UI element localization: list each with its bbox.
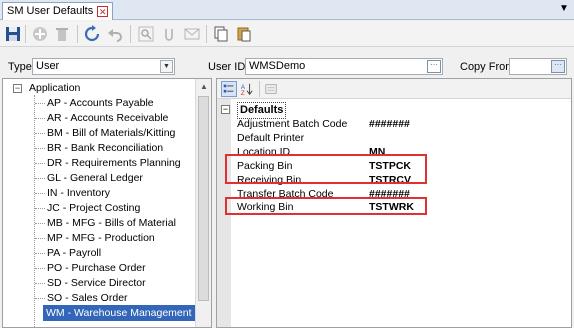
email-icon[interactable] [183, 25, 201, 43]
type-label: Type [8, 61, 32, 73]
property-row-adjustment-batch-code[interactable]: Adjustment Batch Code ####### [231, 117, 571, 131]
tree-guide [35, 283, 45, 284]
tree-guide [35, 238, 45, 239]
tree-node-label: PO - Purchase Order [47, 262, 146, 274]
svg-text:Z: Z [241, 90, 245, 97]
tree-node-label: IN - Inventory [47, 187, 111, 199]
property-grid[interactable]: A Z − Defaults Adjustment Batch Code ###… [216, 78, 572, 328]
tree-item-sd[interactable]: SD - Service Director [3, 275, 193, 291]
tree-item-po[interactable]: PO - Purchase Order [3, 260, 193, 276]
tree-item-br[interactable]: BR - Bank Reconciliation [3, 140, 193, 156]
tree-item-gl[interactable]: GL - General Ledger [3, 170, 193, 186]
save-icon[interactable] [4, 25, 22, 43]
tree-guide [35, 163, 45, 164]
tree-guide [35, 208, 45, 209]
add-icon[interactable] [31, 25, 49, 43]
tab-title: SM User Defaults [7, 5, 94, 17]
toolbar-separator [259, 81, 260, 97]
tree-item-mp[interactable]: MP - MFG - Production [3, 230, 193, 246]
tree-guide [35, 268, 45, 269]
tree-item-ar[interactable]: AR - Accounts Receivable [3, 110, 193, 126]
attach-icon[interactable] [160, 25, 178, 43]
category-defaults[interactable]: − Defaults [221, 102, 571, 119]
search-icon[interactable] [137, 25, 155, 43]
property-pages-icon[interactable] [263, 81, 279, 97]
chevron-down-icon[interactable]: ▼ [160, 60, 173, 73]
tree-item-so[interactable]: SO - Sales Order [3, 290, 193, 306]
close-icon[interactable]: ✕ [97, 5, 109, 17]
tree-item-dr[interactable]: DR - Requirements Planning [3, 155, 193, 171]
toolbar-separator [77, 25, 78, 43]
lookup-ellipsis-icon[interactable]: ··· [427, 60, 441, 73]
tree-guide [35, 253, 45, 254]
tree-item-jc[interactable]: JC - Project Costing [3, 200, 193, 216]
lookup-ellipsis-icon[interactable]: ··· [551, 60, 565, 73]
tree-node-label: MB - MFG - Bills of Material [47, 217, 176, 229]
toolbar-separator [130, 25, 131, 43]
type-select[interactable]: User ▼ [32, 58, 175, 75]
tree-guide [35, 298, 45, 299]
chevron-down-icon[interactable]: ▼ [558, 2, 570, 16]
tab-sm-user-defaults[interactable]: SM User Defaults ✕ [2, 2, 114, 20]
property-grid-toolbar: A Z [217, 79, 571, 99]
tree-guide [35, 193, 45, 194]
tree-guide [35, 103, 45, 104]
tree-node-label: WM - Warehouse Management [46, 307, 192, 319]
undo-icon[interactable] [106, 25, 124, 43]
property-name: Adjustment Batch Code [237, 118, 348, 130]
copyfrom-label: Copy From [460, 61, 515, 73]
tree-item-pa[interactable]: PA - Payroll [3, 245, 193, 261]
tree-node-label: AR - Accounts Receivable [47, 112, 169, 124]
tab-strip: SM User Defaults ✕ ▼ [0, 0, 574, 20]
tree-guide [35, 148, 45, 149]
tree-item-wm[interactable]: WM - Warehouse Management [43, 305, 197, 321]
toolbar-separator [206, 25, 207, 43]
collapse-icon[interactable]: − [13, 84, 22, 93]
scrollbar-thumb[interactable] [198, 96, 209, 301]
tree-node-label: GL - General Ledger [47, 172, 143, 184]
tree-item-ap[interactable]: AP - Accounts Payable [3, 95, 193, 111]
type-select-value: User [36, 60, 60, 72]
copyfrom-field[interactable]: ··· [509, 58, 567, 75]
sort-alphabetical-icon[interactable]: A Z [239, 81, 255, 97]
property-value[interactable]: ####### [369, 117, 410, 131]
tree-node-label: PA - Payroll [47, 247, 102, 259]
tree-node-label: SO - Sales Order [47, 292, 128, 304]
tree-item-mb[interactable]: MB - MFG - Bills of Material [3, 215, 193, 231]
toolbar-separator [25, 25, 26, 43]
toolbar [0, 21, 574, 47]
tree-node-label: DR - Requirements Planning [47, 157, 181, 169]
paste-icon[interactable] [235, 25, 253, 43]
tree-guide [35, 133, 45, 134]
tree-guide [35, 223, 45, 224]
refresh-icon[interactable] [83, 25, 101, 43]
tree-node-label: BM - Bill of Materials/Kitting [47, 127, 176, 139]
tree-root-application[interactable]: − Application [3, 80, 193, 96]
tree-item-in[interactable]: IN - Inventory [3, 185, 193, 201]
highlight-box-working-bin [225, 197, 427, 215]
highlight-box-packing-receiving [225, 154, 427, 184]
userid-label: User ID [208, 61, 246, 73]
tree-guide [35, 178, 45, 179]
userid-value: WMSDemo [249, 60, 306, 72]
delete-icon[interactable] [53, 25, 71, 43]
scroll-up-icon[interactable]: ▲ [197, 80, 211, 94]
property-row-default-printer[interactable]: Default Printer [231, 131, 571, 145]
collapse-icon[interactable]: − [221, 105, 230, 114]
tree-scrollbar[interactable]: ▲ [195, 79, 211, 327]
categorized-icon[interactable] [221, 81, 237, 97]
tree-node-label: AP - Accounts Payable [47, 97, 154, 109]
tree-node-label: BR - Bank Reconciliation [47, 142, 164, 154]
copy-icon[interactable] [212, 25, 230, 43]
tree-guide [35, 118, 45, 119]
tree-node-label: Application [29, 82, 81, 94]
property-name: Default Printer [237, 132, 305, 144]
application-tree[interactable]: − Application AP - Accounts Payable AR -… [2, 78, 212, 328]
tree-node-label: SD - Service Director [47, 277, 146, 289]
tree-item-bm[interactable]: BM - Bill of Materials/Kitting [3, 125, 193, 141]
userid-field[interactable]: WMSDemo ··· [245, 58, 443, 75]
tree-node-label: MP - MFG - Production [47, 232, 155, 244]
tree-node-label: JC - Project Costing [47, 202, 141, 214]
